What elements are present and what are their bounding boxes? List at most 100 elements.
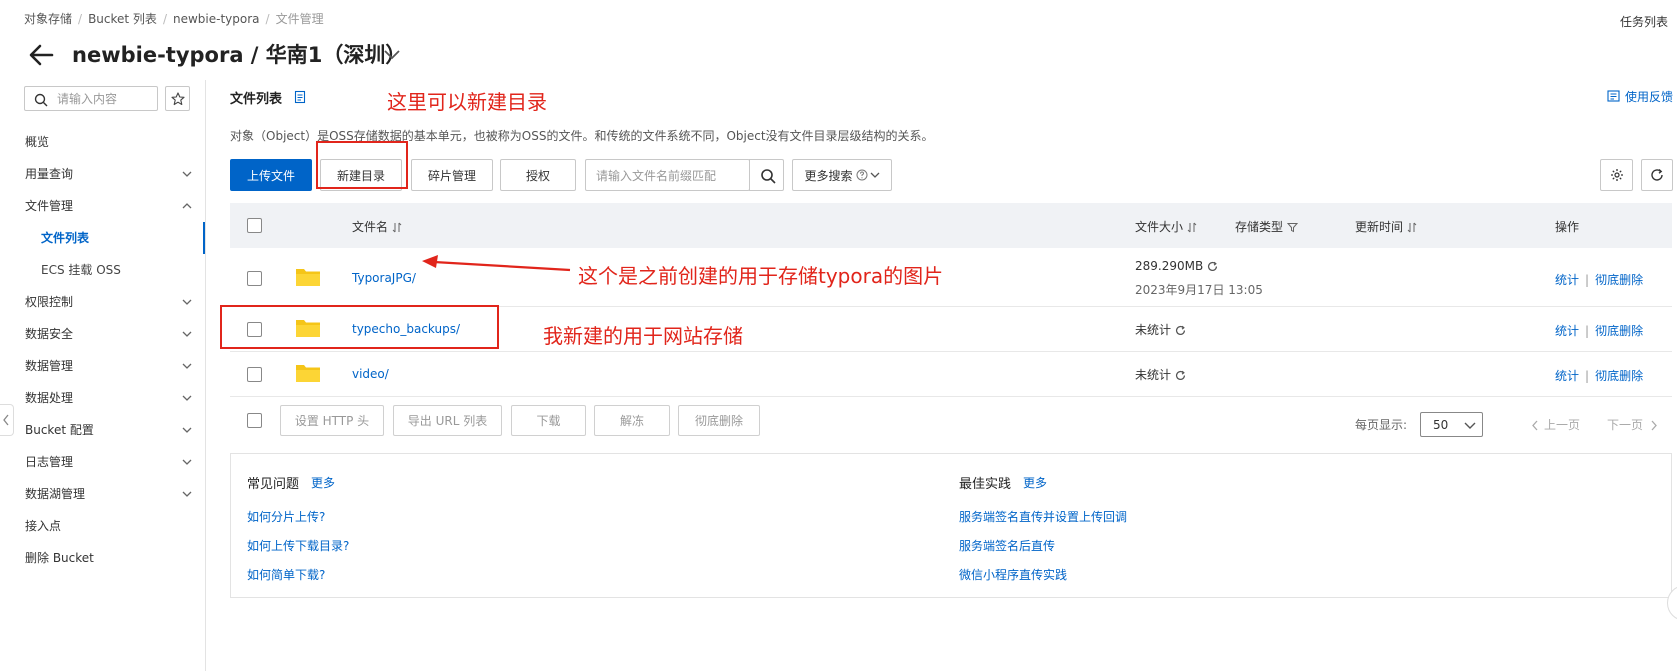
row-checkbox[interactable] [247,271,262,286]
table-row: video/ 未统计 统计 | 彻底删除 [230,352,1672,397]
sort-icon [1407,222,1417,233]
set-http-header-button[interactable]: 设置 HTTP 头 [280,405,384,436]
refresh-icon[interactable] [1175,325,1186,336]
faq-link[interactable]: 如何分片上传? [247,508,325,525]
sidebar-item-overview[interactable]: 概览 [0,126,205,158]
favorite-button[interactable] [165,86,190,111]
file-size-value: 289.290MB [1135,259,1204,273]
settings-button[interactable] [1600,159,1633,191]
file-search-button[interactable] [749,159,784,191]
sidebar-item-data-security[interactable]: 数据安全 [0,318,205,350]
document-icon[interactable] [294,90,306,104]
back-arrow-icon[interactable] [26,40,56,70]
sidebar-item-file-management[interactable]: 文件管理 [0,190,205,222]
filter-icon [1287,223,1299,233]
stats-link[interactable]: 统计 [1555,324,1579,338]
column-header-size[interactable]: 文件大小 [1135,218,1197,235]
help-panel: 常见问题 更多 如何分片上传? 如何上传下载目录? 如何简单下载? 最佳实践 更… [230,453,1672,598]
file-search-input[interactable] [585,159,750,191]
batch-select-checkbox[interactable] [247,413,262,428]
refresh-button[interactable] [1641,159,1673,191]
column-header-storage[interactable]: 存储类型 [1235,218,1299,235]
sidebar-item-data-processing[interactable]: 数据处理 [0,382,205,414]
sidebar-item-log-management[interactable]: 日志管理 [0,446,205,478]
task-list-link[interactable]: 任务列表 [1620,13,1668,30]
refresh-icon[interactable] [1207,261,1218,272]
stats-link[interactable]: 统计 [1555,369,1579,383]
page-size-select[interactable]: 50 [1420,412,1483,437]
sidebar-item-data-management[interactable]: 数据管理 [0,350,205,382]
sidebar-item-file-list[interactable]: 文件列表 [0,222,205,254]
upload-file-button[interactable]: 上传文件 [230,159,312,191]
column-header-label: 存储类型 [1235,220,1284,234]
sidebar-item-label: 权限控制 [25,295,74,309]
sidebar-item-ecs-mount[interactable]: ECS 挂载 OSS [0,254,205,286]
chevron-down-icon [870,172,879,178]
sidebar-item-delete-bucket[interactable]: 删除 Bucket [0,542,205,574]
column-header-name[interactable]: 文件名 [352,218,402,235]
column-header-label: 文件名 [352,220,389,234]
sidebar-item-access-point[interactable]: 接入点 [0,510,205,542]
sidebar-item-label: Bucket 配置 [25,423,94,437]
select-all-checkbox[interactable] [247,218,262,233]
row-checkbox[interactable] [247,367,262,382]
more-search-label: 更多搜索 [804,168,853,183]
file-name-link[interactable]: video/ [352,367,389,381]
prev-page-label: 上一页 [1544,418,1581,432]
unfreeze-button[interactable]: 解冻 [594,405,670,436]
permanent-delete-link[interactable]: 彻底删除 [1595,369,1643,383]
export-url-list-button[interactable]: 导出 URL 列表 [393,405,502,436]
sidebar-item-data-lake[interactable]: 数据湖管理 [0,478,205,510]
chevron-up-icon [182,203,192,209]
best-practice-link[interactable]: 服务端签名后直传 [959,537,1055,554]
refresh-icon[interactable] [1175,370,1186,381]
best-practice-more-link[interactable]: 更多 [1023,474,1047,491]
sidebar-collapse-handle[interactable] [0,404,14,436]
page-title: newbie-typora / 华南1（深圳） [72,43,407,67]
best-practice-link[interactable]: 服务端签名直传并设置上传回调 [959,508,1127,525]
sidebar-item-access-control[interactable]: 权限控制 [0,286,205,318]
file-name-link[interactable]: TyporaJPG/ [352,271,416,285]
stats-link[interactable]: 统计 [1555,273,1579,287]
breadcrumb: 对象存储 / Bucket 列表 / newbie-typora / 文件管理 [24,12,324,26]
more-search-button[interactable]: 更多搜索 [792,159,892,191]
sidebar-item-label: 删除 Bucket [25,551,94,565]
prev-page-button[interactable]: 上一页 [1531,416,1580,433]
chevron-down-icon [182,459,192,465]
batch-delete-button[interactable]: 彻底删除 [678,405,760,436]
column-header-updated[interactable]: 更新时间 [1355,218,1417,235]
next-page-button[interactable]: 下一页 [1607,416,1658,433]
permanent-delete-link[interactable]: 彻底删除 [1595,273,1643,287]
annotation-arrow-icon [422,255,571,272]
breadcrumb-item-bucket-list[interactable]: Bucket 列表 [88,12,157,26]
breadcrumb-item-bucket[interactable]: newbie-typora [173,12,260,26]
column-header-actions: 操作 [1555,220,1580,234]
sidebar-search-input[interactable] [24,86,158,111]
annotation-box-backup [220,305,499,349]
row-actions: 统计 | 彻底删除 [1555,369,1644,383]
faq-link[interactable]: 如何简单下载? [247,566,325,583]
file-search-field[interactable] [596,167,746,185]
feedback-icon [1607,90,1620,102]
faq-link[interactable]: 如何上传下载目录? [247,537,349,554]
annotation-box-new-dir [316,141,408,189]
authorize-button[interactable]: 授权 [500,159,576,191]
permanent-delete-link[interactable]: 彻底删除 [1595,324,1643,338]
sidebar-item-usage[interactable]: 用量查询 [0,158,205,190]
sidebar-search-field[interactable] [57,90,153,107]
sidebar-item-bucket-config[interactable]: Bucket 配置 [0,414,205,446]
download-button[interactable]: 下载 [511,405,586,436]
chevron-down-icon[interactable] [381,45,403,63]
sidebar-item-label: 文件管理 [25,199,74,213]
annotation-new-dir-note: 这里可以新建目录 [387,90,547,114]
chevron-left-icon [3,414,9,426]
breadcrumb-item-oss[interactable]: 对象存储 [24,12,72,26]
fragment-management-button[interactable]: 碎片管理 [411,159,493,191]
chevron-left-icon [1532,420,1538,431]
file-size-value: 未统计 [1135,368,1172,382]
best-practice-link[interactable]: 微信小程序直传实践 [959,566,1067,583]
file-size-value: 未统计 [1135,323,1172,337]
table-header: 文件名 文件大小 存储类型 更新时间 操作 [230,203,1672,248]
page-size-value: 50 [1433,418,1449,432]
faq-more-link[interactable]: 更多 [311,474,335,491]
